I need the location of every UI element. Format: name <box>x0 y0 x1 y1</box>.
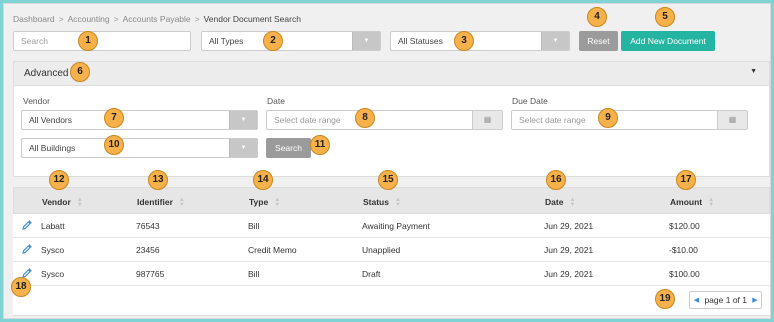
date-range-placeholder: Select date range <box>274 115 341 125</box>
annotation-badge-19: 19 <box>655 289 675 309</box>
table-row[interactable]: Sysco 23456 Credit Memo Unapplied Jun 29… <box>13 238 770 262</box>
column-header-status[interactable]: Status ▲ ▼ <box>363 197 401 208</box>
vendor-label: Vendor <box>23 96 50 106</box>
cell-identifier: 987765 <box>136 269 165 279</box>
cell-type: Credit Memo <box>248 245 297 255</box>
cell-amount: $120.00 <box>669 221 700 231</box>
statuses-select[interactable]: All Statuses ▼ <box>390 31 570 51</box>
breadcrumb-current: Vendor Document Search <box>203 14 301 24</box>
annotation-badge-11: 11 <box>310 135 330 155</box>
annotation-badge-2: 2 <box>263 31 283 51</box>
annotation-badge-13: 13 <box>148 170 168 190</box>
vendor-select-value: All Vendors <box>29 115 72 125</box>
types-select[interactable]: All Types ▼ <box>201 31 381 51</box>
annotation-badge-14: 14 <box>253 170 273 190</box>
annotation-badge-15: 15 <box>378 170 398 190</box>
cell-type: Bill <box>248 269 260 279</box>
advanced-panel-body: Vendor All Vendors ▼ All Buildings ▼ Dat… <box>13 85 770 177</box>
pagination: ◀ page 1 of 1 ▶ <box>689 291 762 309</box>
cell-vendor: Sysco <box>41 245 65 255</box>
chevron-down-icon: ▼ <box>229 111 257 129</box>
cell-amount: -$10.00 <box>669 245 698 255</box>
cell-vendor: Labatt <box>41 221 65 231</box>
due-date-range-placeholder: Select date range <box>519 115 586 125</box>
add-new-document-button[interactable]: Add New Document <box>621 31 715 51</box>
reset-button[interactable]: Reset <box>579 31 618 51</box>
column-header-identifier[interactable]: Identifier ▲ ▼ <box>137 197 185 208</box>
calendar-icon[interactable]: ▦ <box>472 111 502 129</box>
column-header-date[interactable]: Date ▲ ▼ <box>545 197 575 208</box>
cell-date: Jun 29, 2021 <box>544 245 594 255</box>
sort-icon[interactable]: ▲ ▼ <box>179 197 185 208</box>
building-select[interactable]: All Buildings ▼ <box>21 138 258 158</box>
date-label: Date <box>267 96 285 106</box>
cell-type: Bill <box>248 221 260 231</box>
column-header-vendor[interactable]: Vendor ▲ ▼ <box>42 197 83 208</box>
date-range-input[interactable]: Select date range ▦ <box>266 110 503 130</box>
app-frame: Dashboard > Accounting > Accounts Payable > Ve… <box>3 3 771 319</box>
sort-icon[interactable]: ▲ ▼ <box>395 197 401 208</box>
advanced-search-button[interactable]: Search <box>266 138 311 158</box>
annotation-badge-1: 1 <box>78 31 98 51</box>
cell-status: Awaiting Payment <box>362 221 430 231</box>
annotation-badge-18: 18 <box>11 277 31 297</box>
search-input[interactable]: Search <box>13 31 191 51</box>
annotation-badge-5: 5 <box>655 7 675 27</box>
sort-icon[interactable]: ▲ ▼ <box>77 197 83 208</box>
annotation-badge-16: 16 <box>546 170 566 190</box>
table-row[interactable]: Sysco 987765 Bill Draft Jun 29, 2021 $10… <box>13 262 770 286</box>
chevron-down-icon: ▼ <box>541 32 569 50</box>
building-select-value: All Buildings <box>29 143 76 153</box>
caret-down-icon[interactable]: ▼ <box>750 68 757 75</box>
table-row[interactable]: Labatt 76543 Bill Awaiting Payment Jun 2… <box>13 214 770 238</box>
annotation-badge-4: 4 <box>587 7 607 27</box>
chevron-down-icon: ▼ <box>352 32 380 50</box>
pencil-icon[interactable] <box>21 219 33 231</box>
annotation-badge-9: 9 <box>598 108 618 128</box>
advanced-title: Advanced <box>24 68 69 79</box>
breadcrumb-dashboard[interactable]: Dashboard <box>13 14 55 24</box>
chevron-down-icon: ▼ <box>229 139 257 157</box>
annotation-badge-8: 8 <box>355 108 375 128</box>
breadcrumb-accounting[interactable]: Accounting <box>68 14 110 24</box>
cell-identifier: 23456 <box>136 245 160 255</box>
annotation-badge-6: 6 <box>70 62 90 82</box>
cell-date: Jun 29, 2021 <box>544 221 594 231</box>
cell-vendor: Sysco <box>41 269 65 279</box>
column-header-amount[interactable]: Amount ▲ ▼ <box>670 197 714 208</box>
chevron-right-icon[interactable]: ▶ <box>749 296 761 304</box>
sort-icon[interactable]: ▲ ▼ <box>569 197 575 208</box>
cell-identifier: 76543 <box>136 221 160 231</box>
due-date-range-input[interactable]: Select date range ▦ <box>511 110 748 130</box>
sort-icon[interactable]: ▲ ▼ <box>708 197 714 208</box>
table-header: Vendor ▲ ▼ Identifier ▲ ▼ Type ▲ ▼ Status ▲ ▼ Da… <box>13 187 770 214</box>
chevron-left-icon[interactable]: ◀ <box>690 296 702 304</box>
column-header-type[interactable]: Type ▲ ▼ <box>249 197 280 208</box>
statuses-select-value: All Statuses <box>398 36 443 46</box>
sort-icon[interactable]: ▲ ▼ <box>274 197 280 208</box>
cell-amount: $100.00 <box>669 269 700 279</box>
due-date-label: Due Date <box>512 96 548 106</box>
breadcrumb-accounts-payable[interactable]: Accounts Payable <box>123 14 191 24</box>
annotation-badge-3: 3 <box>454 31 474 51</box>
pagination-text: page 1 of 1 <box>704 295 747 305</box>
cell-date: Jun 29, 2021 <box>544 269 594 279</box>
cell-status: Draft <box>362 269 381 279</box>
annotation-badge-7: 7 <box>104 108 124 128</box>
annotation-badge-10: 10 <box>104 135 124 155</box>
advanced-panel-header[interactable]: Advanced ▼ <box>13 61 770 85</box>
breadcrumb: Dashboard > Accounting > Accounts Payable > Ve… <box>13 14 301 24</box>
annotation-badge-17: 17 <box>676 170 696 190</box>
calendar-icon[interactable]: ▦ <box>717 111 747 129</box>
pencil-icon[interactable] <box>21 243 33 255</box>
annotation-badge-12: 12 <box>49 170 69 190</box>
types-select-value: All Types <box>209 36 244 46</box>
vendor-select[interactable]: All Vendors ▼ <box>21 110 258 130</box>
cell-status: Unapplied <box>362 245 401 255</box>
